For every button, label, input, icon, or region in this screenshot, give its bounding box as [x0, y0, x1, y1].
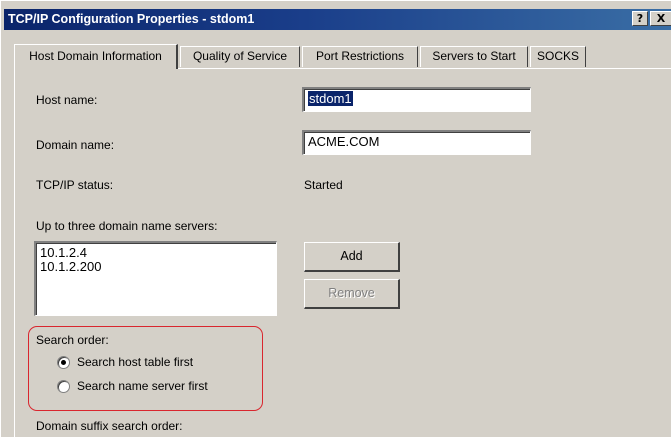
search-name-server-radio[interactable] — [57, 380, 70, 393]
search-name-server-label[interactable]: Search name server first — [77, 379, 208, 393]
properties-window: TCP/IP Configuration Properties - stdom1… — [0, 0, 671, 437]
add-button[interactable]: Add — [304, 242, 400, 272]
tcpip-status-label: TCP/IP status: — [36, 178, 114, 192]
domain-name-label: Domain name: — [36, 138, 115, 152]
window-title: TCP/IP Configuration Properties - stdom1 — [8, 12, 255, 26]
tcpip-status-value: Started — [304, 178, 343, 192]
domain-suffix-label: Domain suffix search order: — [36, 419, 183, 433]
tab-socks[interactable]: SOCKS — [530, 46, 586, 67]
domain-name-input[interactable]: ACME.COM — [302, 130, 531, 155]
search-host-table-label[interactable]: Search host table first — [77, 355, 193, 369]
tab-host-domain-information[interactable]: Host Domain Information — [14, 44, 178, 69]
search-order-label: Search order: — [36, 333, 109, 347]
remove-button[interactable]: Remove — [304, 279, 400, 309]
dns-server-list[interactable]: 10.1.2.4 10.1.2.200 — [34, 241, 277, 316]
host-name-value: stdom1 — [308, 91, 353, 106]
title-bar[interactable]: TCP/IP Configuration Properties - stdom1… — [4, 9, 671, 30]
dns-servers-label: Up to three domain name servers: — [36, 219, 218, 233]
tab-port-restrictions[interactable]: Port Restrictions — [302, 46, 418, 67]
list-item[interactable]: 10.1.2.4 — [40, 246, 272, 260]
search-host-table-radio[interactable] — [57, 356, 70, 369]
tab-servers-to-start[interactable]: Servers to Start — [420, 46, 528, 67]
close-button[interactable]: X — [650, 11, 671, 26]
radio-selected-dot — [61, 360, 66, 365]
help-button[interactable]: ? — [632, 11, 648, 26]
list-item[interactable]: 10.1.2.200 — [40, 260, 272, 274]
domain-name-value: ACME.COM — [308, 134, 380, 149]
host-name-input[interactable]: stdom1 — [302, 87, 531, 112]
tab-quality-of-service[interactable]: Quality of Service — [180, 46, 300, 67]
host-name-label: Host name: — [36, 93, 98, 107]
